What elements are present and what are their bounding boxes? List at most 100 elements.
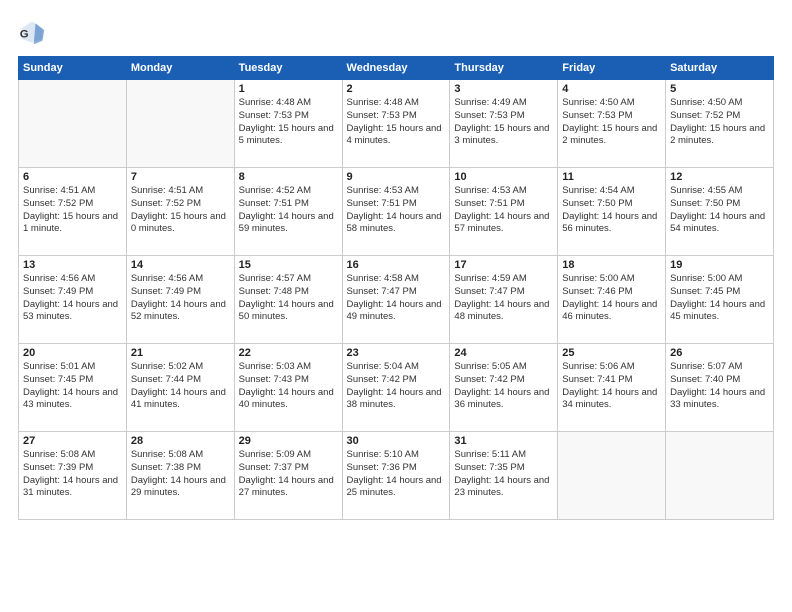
weekday-header-thursday: Thursday	[450, 57, 558, 80]
day-info: Sunrise: 4:48 AMSunset: 7:53 PMDaylight:…	[347, 97, 446, 148]
calendar-cell: 28 Sunrise: 5:08 AMSunset: 7:38 PMDayligh…	[126, 432, 234, 520]
calendar-cell: 20Sunrise: 5:01 AMSunset: 7:45 PMDayligh…	[19, 344, 127, 432]
calendar-cell: 30 Sunrise: 5:10 AMSunset: 7:36 PMDayligh…	[342, 432, 450, 520]
weekday-header-saturday: Saturday	[666, 57, 774, 80]
day-number: 4	[562, 83, 661, 95]
calendar-cell: 4 Sunrise: 4:50 AMSunset: 7:53 PMDaylight…	[558, 80, 666, 168]
calendar-cell: 21 Sunrise: 5:02 AMSunset: 7:44 PMDayligh…	[126, 344, 234, 432]
calendar-cell: 31 Sunrise: 5:11 AMSunset: 7:35 PMDayligh…	[450, 432, 558, 520]
calendar-cell: 5 Sunrise: 4:50 AMSunset: 7:52 PMDaylight…	[666, 80, 774, 168]
calendar-cell: 22 Sunrise: 5:03 AMSunset: 7:43 PMDayligh…	[234, 344, 342, 432]
calendar-cell: 8 Sunrise: 4:52 AMSunset: 7:51 PMDaylight…	[234, 168, 342, 256]
logo-icon: G	[18, 18, 46, 46]
calendar-cell: 14 Sunrise: 4:56 AMSunset: 7:49 PMDayligh…	[126, 256, 234, 344]
calendar-table: SundayMondayTuesdayWednesdayThursdayFrid…	[18, 56, 774, 520]
day-info: Sunrise: 5:10 AMSunset: 7:36 PMDaylight:…	[347, 449, 446, 500]
day-number: 16	[347, 259, 446, 271]
day-info: Sunrise: 4:50 AMSunset: 7:52 PMDaylight:…	[670, 97, 769, 148]
day-info: Sunrise: 4:51 AMSunset: 7:52 PMDaylight:…	[23, 185, 122, 236]
day-info: Sunrise: 5:06 AMSunset: 7:41 PMDaylight:…	[562, 361, 661, 412]
day-number: 2	[347, 83, 446, 95]
day-number: 21	[131, 347, 230, 359]
day-info: Sunrise: 5:07 AMSunset: 7:40 PMDaylight:…	[670, 361, 769, 412]
calendar-cell: 7Sunrise: 4:51 AMSunset: 7:52 PMDaylight…	[126, 168, 234, 256]
svg-text:G: G	[20, 28, 29, 40]
day-info: Sunrise: 4:55 AMSunset: 7:50 PMDaylight:…	[670, 185, 769, 236]
day-number: 1	[239, 83, 338, 95]
calendar-cell: 23Sunrise: 5:04 AMSunset: 7:42 PMDayligh…	[342, 344, 450, 432]
day-number: 18	[562, 259, 661, 271]
day-number: 6	[23, 171, 122, 183]
day-info: Sunrise: 5:08 AMSunset: 7:38 PMDaylight:…	[131, 449, 230, 500]
day-info: Sunrise: 5:04 AMSunset: 7:42 PMDaylight:…	[347, 361, 446, 412]
page: G SundayMondayTuesdayWednesdayThursdayFr…	[0, 0, 792, 612]
header: G	[18, 18, 774, 46]
calendar-cell: 11 Sunrise: 4:54 AMSunset: 7:50 PMDayligh…	[558, 168, 666, 256]
logo: G	[18, 18, 50, 46]
day-info: Sunrise: 5:02 AMSunset: 7:44 PMDaylight:…	[131, 361, 230, 412]
day-info: Sunrise: 4:52 AMSunset: 7:51 PMDaylight:…	[239, 185, 338, 236]
day-info: Sunrise: 4:57 AMSunset: 7:48 PMDaylight:…	[239, 273, 338, 324]
calendar-week-4: 20Sunrise: 5:01 AMSunset: 7:45 PMDayligh…	[19, 344, 774, 432]
calendar-cell: 15 Sunrise: 4:57 AMSunset: 7:48 PMDayligh…	[234, 256, 342, 344]
calendar-cell	[19, 80, 127, 168]
day-number: 31	[454, 435, 553, 447]
day-info: Sunrise: 4:59 AMSunset: 7:47 PMDaylight:…	[454, 273, 553, 324]
weekday-header-sunday: Sunday	[19, 57, 127, 80]
calendar-cell: 16Sunrise: 4:58 AMSunset: 7:47 PMDayligh…	[342, 256, 450, 344]
day-info: Sunrise: 4:56 AMSunset: 7:49 PMDaylight:…	[131, 273, 230, 324]
calendar-cell: 3 Sunrise: 4:49 AMSunset: 7:53 PMDaylight…	[450, 80, 558, 168]
calendar-cell: 19 Sunrise: 5:00 AMSunset: 7:45 PMDayligh…	[666, 256, 774, 344]
weekday-header-friday: Friday	[558, 57, 666, 80]
day-number: 11	[562, 171, 661, 183]
day-info: Sunrise: 4:50 AMSunset: 7:53 PMDaylight:…	[562, 97, 661, 148]
day-number: 24	[454, 347, 553, 359]
day-number: 15	[239, 259, 338, 271]
calendar-cell: 25 Sunrise: 5:06 AMSunset: 7:41 PMDayligh…	[558, 344, 666, 432]
day-info: Sunrise: 4:48 AMSunset: 7:53 PMDaylight:…	[239, 97, 338, 148]
day-info: Sunrise: 5:01 AMSunset: 7:45 PMDaylight:…	[23, 361, 122, 412]
day-info: Sunrise: 4:53 AMSunset: 7:51 PMDaylight:…	[347, 185, 446, 236]
calendar-week-2: 6 Sunrise: 4:51 AMSunset: 7:52 PMDaylight…	[19, 168, 774, 256]
weekday-header-wednesday: Wednesday	[342, 57, 450, 80]
day-number: 17	[454, 259, 553, 271]
calendar-cell: 6 Sunrise: 4:51 AMSunset: 7:52 PMDaylight…	[19, 168, 127, 256]
calendar-cell: 18 Sunrise: 5:00 AMSunset: 7:46 PMDayligh…	[558, 256, 666, 344]
day-number: 27	[23, 435, 122, 447]
day-number: 8	[239, 171, 338, 183]
calendar-header-row: SundayMondayTuesdayWednesdayThursdayFrid…	[19, 57, 774, 80]
day-info: Sunrise: 5:08 AMSunset: 7:39 PMDaylight:…	[23, 449, 122, 500]
day-info: Sunrise: 4:54 AMSunset: 7:50 PMDaylight:…	[562, 185, 661, 236]
day-number: 13	[23, 259, 122, 271]
calendar-cell: 26Sunrise: 5:07 AMSunset: 7:40 PMDayligh…	[666, 344, 774, 432]
weekday-header-monday: Monday	[126, 57, 234, 80]
day-info: Sunrise: 4:56 AMSunset: 7:49 PMDaylight:…	[23, 273, 122, 324]
day-number: 19	[670, 259, 769, 271]
day-number: 30	[347, 435, 446, 447]
day-info: Sunrise: 5:11 AMSunset: 7:35 PMDaylight:…	[454, 449, 553, 500]
day-number: 14	[131, 259, 230, 271]
day-info: Sunrise: 5:00 AMSunset: 7:45 PMDaylight:…	[670, 273, 769, 324]
day-info: Sunrise: 5:03 AMSunset: 7:43 PMDaylight:…	[239, 361, 338, 412]
day-number: 29	[239, 435, 338, 447]
calendar-cell	[666, 432, 774, 520]
calendar-cell: 24Sunrise: 5:05 AMSunset: 7:42 PMDayligh…	[450, 344, 558, 432]
calendar-week-5: 27 Sunrise: 5:08 AMSunset: 7:39 PMDayligh…	[19, 432, 774, 520]
day-number: 22	[239, 347, 338, 359]
day-number: 10	[454, 171, 553, 183]
day-number: 3	[454, 83, 553, 95]
calendar-cell: 12Sunrise: 4:55 AMSunset: 7:50 PMDayligh…	[666, 168, 774, 256]
calendar-week-1: 1 Sunrise: 4:48 AMSunset: 7:53 PMDaylight…	[19, 80, 774, 168]
calendar-cell	[558, 432, 666, 520]
day-number: 25	[562, 347, 661, 359]
day-number: 9	[347, 171, 446, 183]
day-info: Sunrise: 4:53 AMSunset: 7:51 PMDaylight:…	[454, 185, 553, 236]
day-number: 7	[131, 171, 230, 183]
calendar-cell: 1 Sunrise: 4:48 AMSunset: 7:53 PMDaylight…	[234, 80, 342, 168]
day-number: 5	[670, 83, 769, 95]
calendar-cell	[126, 80, 234, 168]
calendar-cell: 10 Sunrise: 4:53 AMSunset: 7:51 PMDayligh…	[450, 168, 558, 256]
day-info: Sunrise: 4:49 AMSunset: 7:53 PMDaylight:…	[454, 97, 553, 148]
day-info: Sunrise: 5:00 AMSunset: 7:46 PMDaylight:…	[562, 273, 661, 324]
day-number: 28	[131, 435, 230, 447]
